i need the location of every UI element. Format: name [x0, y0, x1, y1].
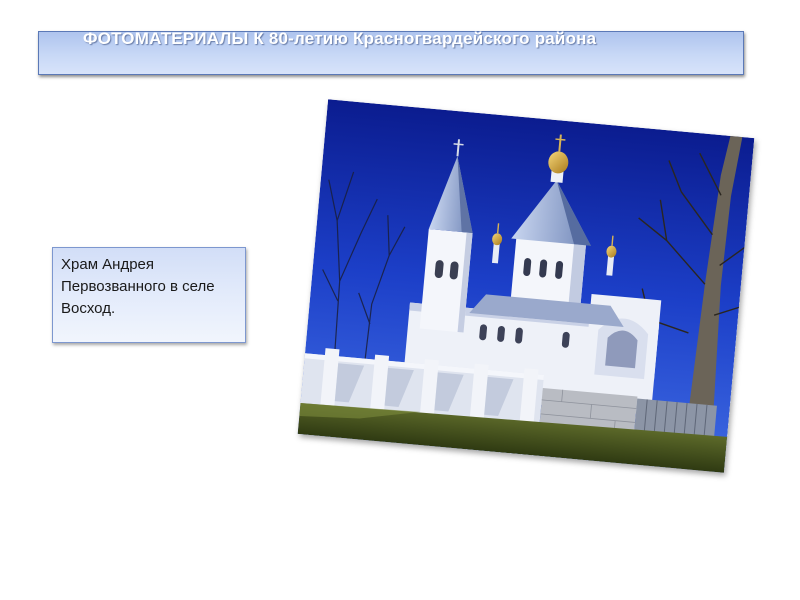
- title-bar: ФОТОМАТЕРИАЛЫ К 80-летию Красногвардейск…: [38, 29, 744, 75]
- slide: ФОТОМАТЕРИАЛЫ К 80-летию Красногвардейск…: [0, 0, 800, 600]
- church-photo: [297, 99, 755, 473]
- photo-caption: Храм Андрея Первозванного в селе Восход.: [61, 256, 215, 317]
- slide-title: ФОТОМАТЕРИАЛЫ К 80-летию Красногвардейск…: [83, 29, 597, 48]
- caption-box: Храм Андрея Первозванного в селе Восход.: [52, 247, 246, 343]
